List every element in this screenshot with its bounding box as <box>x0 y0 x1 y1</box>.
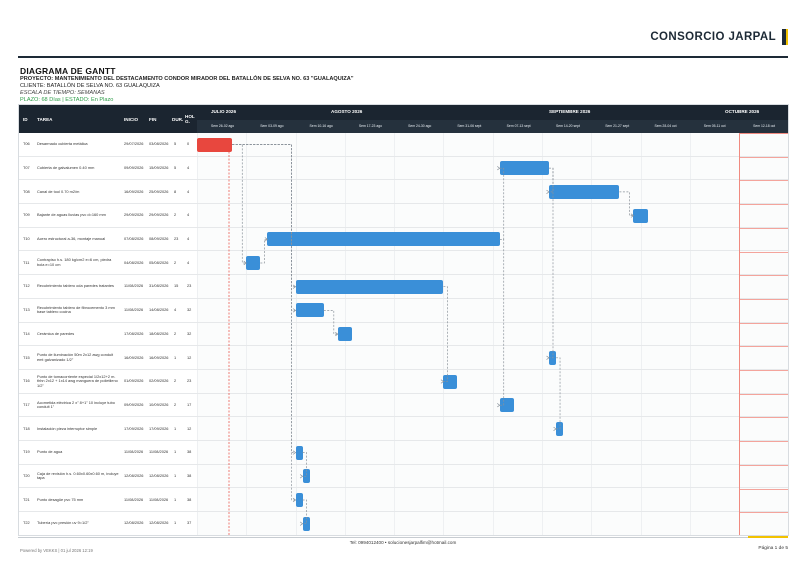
gantt-chart: ID TAREA INICIO FIN DUR. HOL G. JULIO 20… <box>18 104 789 536</box>
status-line: PLAZO: 68 Días | ESTADO: En Plazo <box>20 97 114 103</box>
dependency-arrows <box>228 144 635 535</box>
client-line: CLIENTE: BATALLÓN DE SELVA NO. 63 GUALAQ… <box>20 83 160 89</box>
dependency-line <box>232 144 296 288</box>
dependency-arrow-icon <box>553 426 557 431</box>
powered-by: Powered by VEKKS | 01 jul 2026 12:19 <box>20 548 93 553</box>
scale-line: ESCALA DE TIEMPO: SEMANAS <box>20 90 105 96</box>
page-number: Página 1 de 5 <box>758 546 788 551</box>
dependency-line <box>232 144 247 264</box>
footer-contact: Tel: 0994012400 • solucionesjarpalfim@ho… <box>349 540 457 545</box>
dependency-line <box>232 144 296 453</box>
project-line: PROYECTO: MANTENIMIENTO DEL DESTACAMENTO… <box>20 76 354 82</box>
dependency-line <box>549 167 554 359</box>
dependency-arrow-icon <box>497 403 501 408</box>
dependency-line <box>232 144 296 311</box>
dependency-line <box>302 499 307 525</box>
dependency-line <box>323 310 338 335</box>
footer-divider <box>18 537 788 538</box>
dependency-line <box>549 167 554 193</box>
dependency-line <box>499 167 505 240</box>
dependency-arrow-icon <box>299 474 304 479</box>
footer-accent <box>748 536 788 538</box>
dependency-line <box>443 286 448 382</box>
dependency-arrow-icon <box>546 355 550 360</box>
week-gridline <box>788 133 789 536</box>
brand-name: CONSORCIO JARPAL <box>650 31 776 43</box>
page-title: DIAGRAMA DE GANTT <box>20 66 116 76</box>
dependency-arrow-icon <box>546 189 550 194</box>
dependency-line <box>556 357 561 430</box>
dependency-line <box>302 452 307 477</box>
dependency-line <box>260 238 268 264</box>
dependency-line <box>499 238 505 406</box>
dependency-line <box>232 144 296 501</box>
dependency-arrow-icon <box>440 379 444 384</box>
dependency-line <box>619 191 634 216</box>
project-info: DIAGRAMA DE GANTT PROYECTO: MANTENIMIENT… <box>20 66 440 104</box>
header-divider <box>18 56 788 58</box>
dependency-arrow-icon <box>299 521 304 526</box>
brand-logo-icon <box>782 29 788 45</box>
brand-header: CONSORCIO JARPAL <box>650 28 788 46</box>
dependency-arrow-icon <box>497 166 501 171</box>
